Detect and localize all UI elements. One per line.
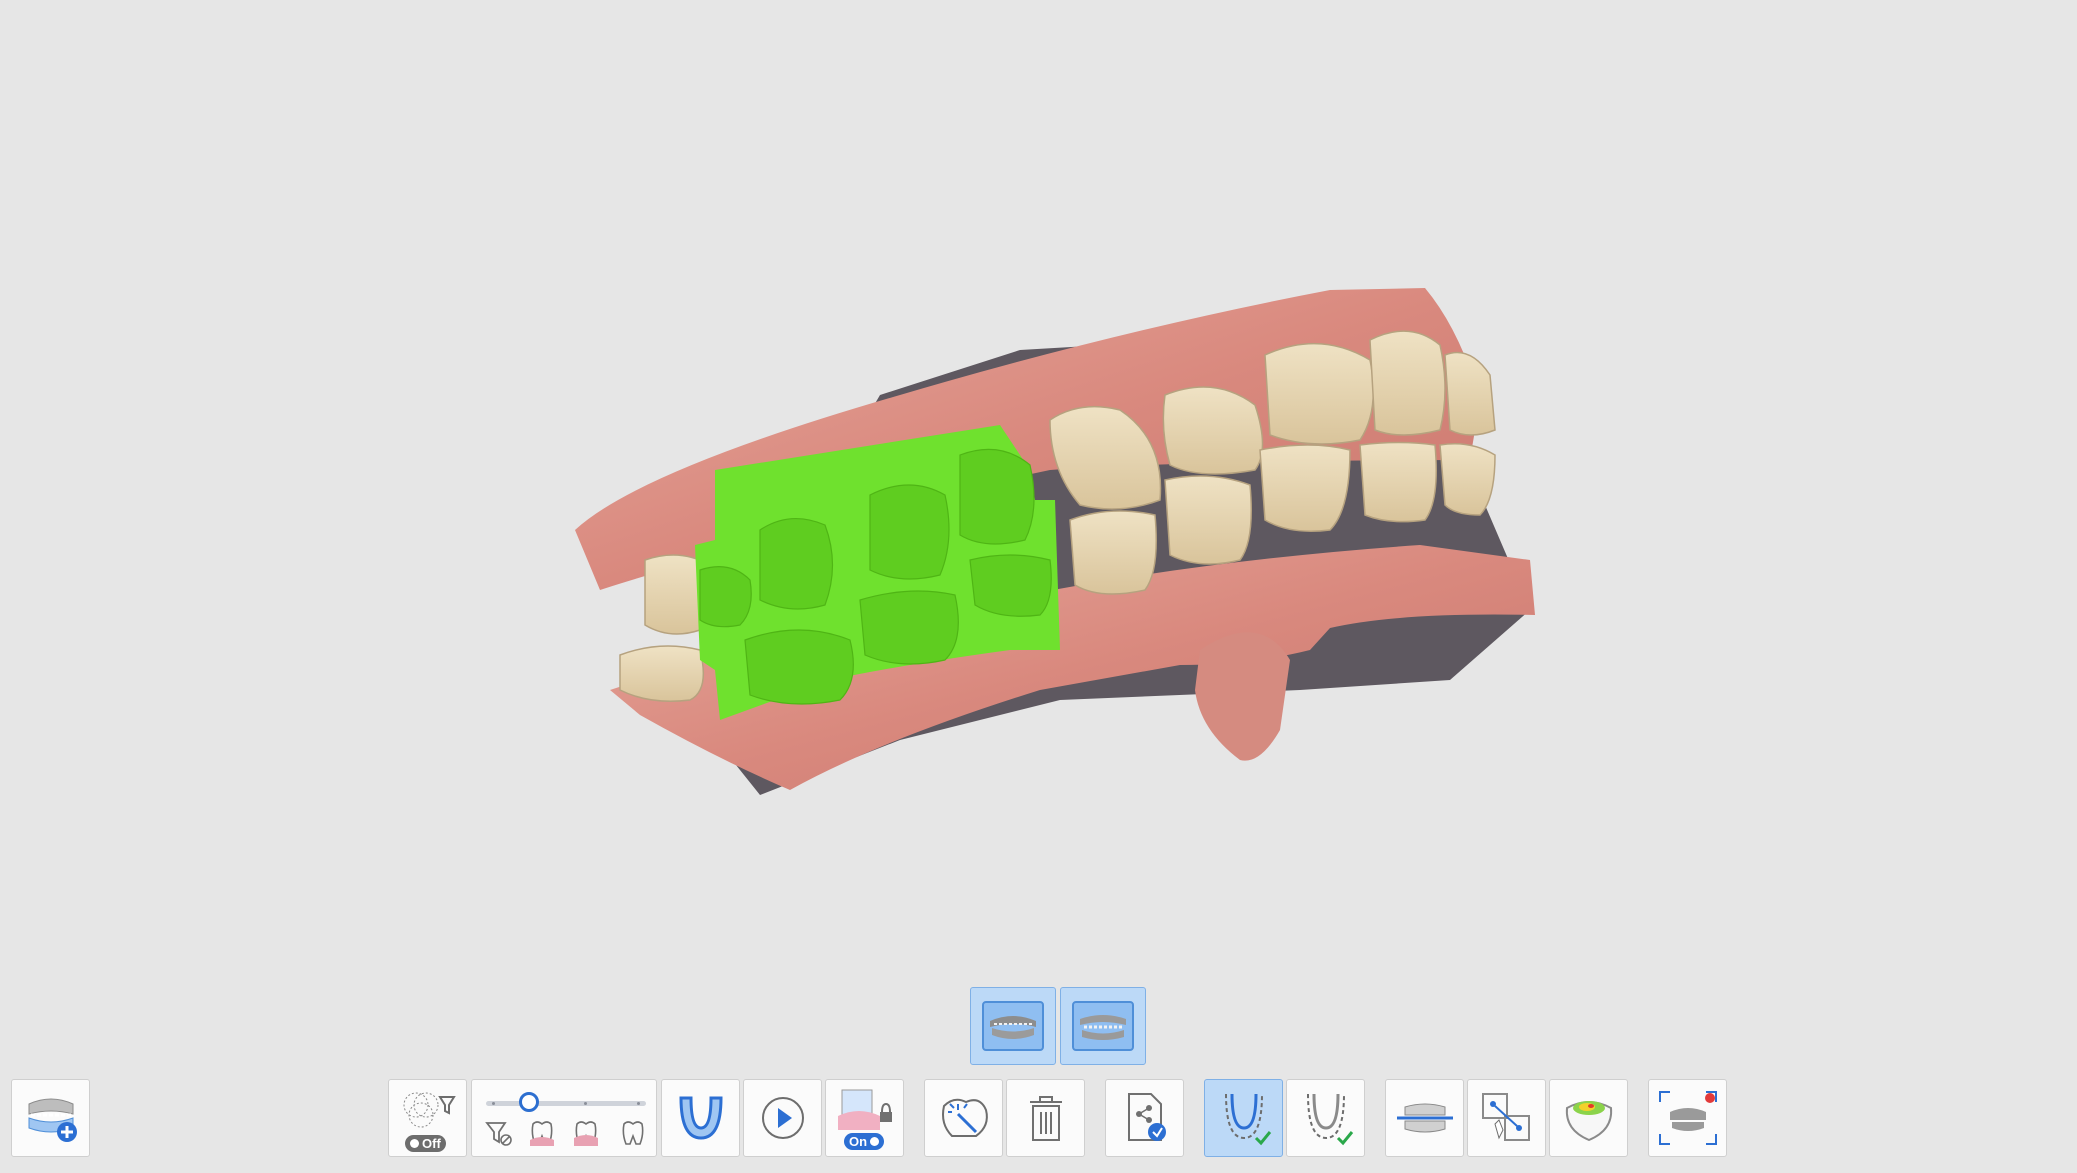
magic-select-button[interactable] bbox=[924, 1079, 1003, 1157]
lock-state-label: On bbox=[849, 1134, 868, 1149]
filter-state-toggle[interactable]: Off bbox=[405, 1135, 446, 1152]
maxilla-check-icon bbox=[1224, 1093, 1271, 1146]
view-option-front[interactable] bbox=[1060, 987, 1146, 1065]
delete-button[interactable] bbox=[1006, 1079, 1085, 1157]
heatmap-button[interactable] bbox=[1549, 1079, 1628, 1157]
filter-state-label: Off bbox=[422, 1136, 441, 1151]
file-export-icon bbox=[1127, 1093, 1166, 1141]
screen-capture-button[interactable] bbox=[1648, 1079, 1727, 1157]
trash-icon bbox=[1029, 1096, 1062, 1141]
point-align-button[interactable] bbox=[1467, 1079, 1546, 1157]
filter-button[interactable]: Off bbox=[388, 1079, 467, 1157]
filter-clear-icon[interactable] bbox=[484, 1118, 514, 1148]
toggle-dot bbox=[410, 1139, 419, 1148]
occlusion-plane-button[interactable] bbox=[1385, 1079, 1464, 1157]
point-align-icon bbox=[1481, 1093, 1530, 1141]
lock-tool-button[interactable]: On bbox=[825, 1079, 904, 1157]
lock-state-toggle[interactable]: On bbox=[844, 1133, 885, 1150]
depth-slider-handle[interactable] bbox=[519, 1092, 540, 1112]
slider-tick bbox=[492, 1102, 495, 1105]
mandible-check-icon bbox=[1306, 1093, 1353, 1146]
slider-tick bbox=[584, 1102, 587, 1105]
magic-wand-tooth-icon bbox=[941, 1098, 988, 1137]
depth-filter-group bbox=[471, 1079, 657, 1157]
arch-icon bbox=[678, 1096, 723, 1140]
scan-viewport[interactable] bbox=[0, 0, 2077, 980]
export-button[interactable] bbox=[1105, 1079, 1184, 1157]
dental-scan-model[interactable] bbox=[0, 0, 2077, 980]
slider-tick bbox=[637, 1102, 640, 1105]
toggle-dot bbox=[870, 1137, 880, 1146]
bite-plane-icon bbox=[1396, 1103, 1453, 1133]
occlusion-heatmap-icon bbox=[1565, 1101, 1612, 1142]
tooth-depth-2-icon[interactable] bbox=[571, 1118, 601, 1148]
arch-tool-button[interactable] bbox=[661, 1079, 740, 1157]
maxilla-check-button[interactable] bbox=[1204, 1079, 1283, 1157]
maxilla-mandible-bite-icon bbox=[982, 1001, 1044, 1051]
tooth-depth-icon[interactable] bbox=[527, 1118, 557, 1148]
screen-capture-icon bbox=[1658, 1091, 1717, 1145]
mandible-check-button[interactable] bbox=[1286, 1079, 1365, 1157]
add-data-icon bbox=[28, 1098, 77, 1142]
front-teeth-view-icon bbox=[1072, 1001, 1134, 1051]
add-data-button[interactable] bbox=[11, 1079, 90, 1157]
depth-slider-track[interactable] bbox=[486, 1101, 646, 1106]
play-icon bbox=[761, 1097, 804, 1139]
tooth-lock-icon bbox=[837, 1089, 892, 1130]
cheek-fold bbox=[1195, 632, 1290, 761]
tooth-outline-icon[interactable] bbox=[618, 1118, 648, 1148]
play-tool-button[interactable] bbox=[743, 1079, 822, 1157]
view-option-bite[interactable] bbox=[970, 987, 1056, 1065]
